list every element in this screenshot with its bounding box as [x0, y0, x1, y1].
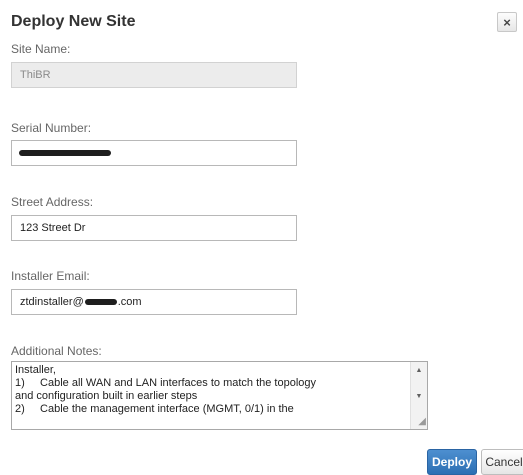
site-name-field: ThiBR: [11, 62, 297, 88]
email-domain-redaction: [84, 299, 117, 306]
installer-email-suffix: .com: [117, 296, 142, 308]
cancel-button[interactable]: Cancel: [481, 449, 523, 475]
site-name-label: Site Name:: [11, 42, 71, 56]
additional-notes-textarea[interactable]: Installer, 1) Cable all WAN and LAN inte…: [11, 361, 428, 430]
additional-notes-label: Additional Notes:: [11, 344, 102, 358]
additional-notes-value: Installer, 1) Cable all WAN and LAN inte…: [15, 364, 317, 415]
serial-number-label: Serial Number:: [11, 121, 92, 135]
serial-number-field[interactable]: [11, 140, 297, 166]
installer-email-field[interactable]: ztdinstaller@ .com: [11, 289, 297, 315]
installer-email-prefix: ztdinstaller@: [20, 296, 84, 308]
scroll-up-arrow-icon[interactable]: ▲: [411, 363, 427, 377]
scroll-down-arrow-icon[interactable]: ▼: [411, 389, 427, 403]
street-address-label: Street Address:: [11, 195, 94, 209]
site-name-value: ThiBR: [20, 69, 51, 81]
close-button[interactable]: ×: [497, 12, 517, 32]
street-address-field[interactable]: 123 Street Dr: [11, 215, 297, 241]
street-address-value: 123 Street Dr: [20, 222, 86, 234]
close-icon: ×: [503, 14, 511, 30]
serial-number-redaction: [19, 150, 111, 157]
resize-grip-icon[interactable]: ◢: [414, 416, 426, 428]
installer-email-label: Installer Email:: [11, 269, 90, 283]
dialog-title: Deploy New Site: [11, 13, 136, 30]
deploy-button[interactable]: Deploy: [427, 449, 477, 475]
